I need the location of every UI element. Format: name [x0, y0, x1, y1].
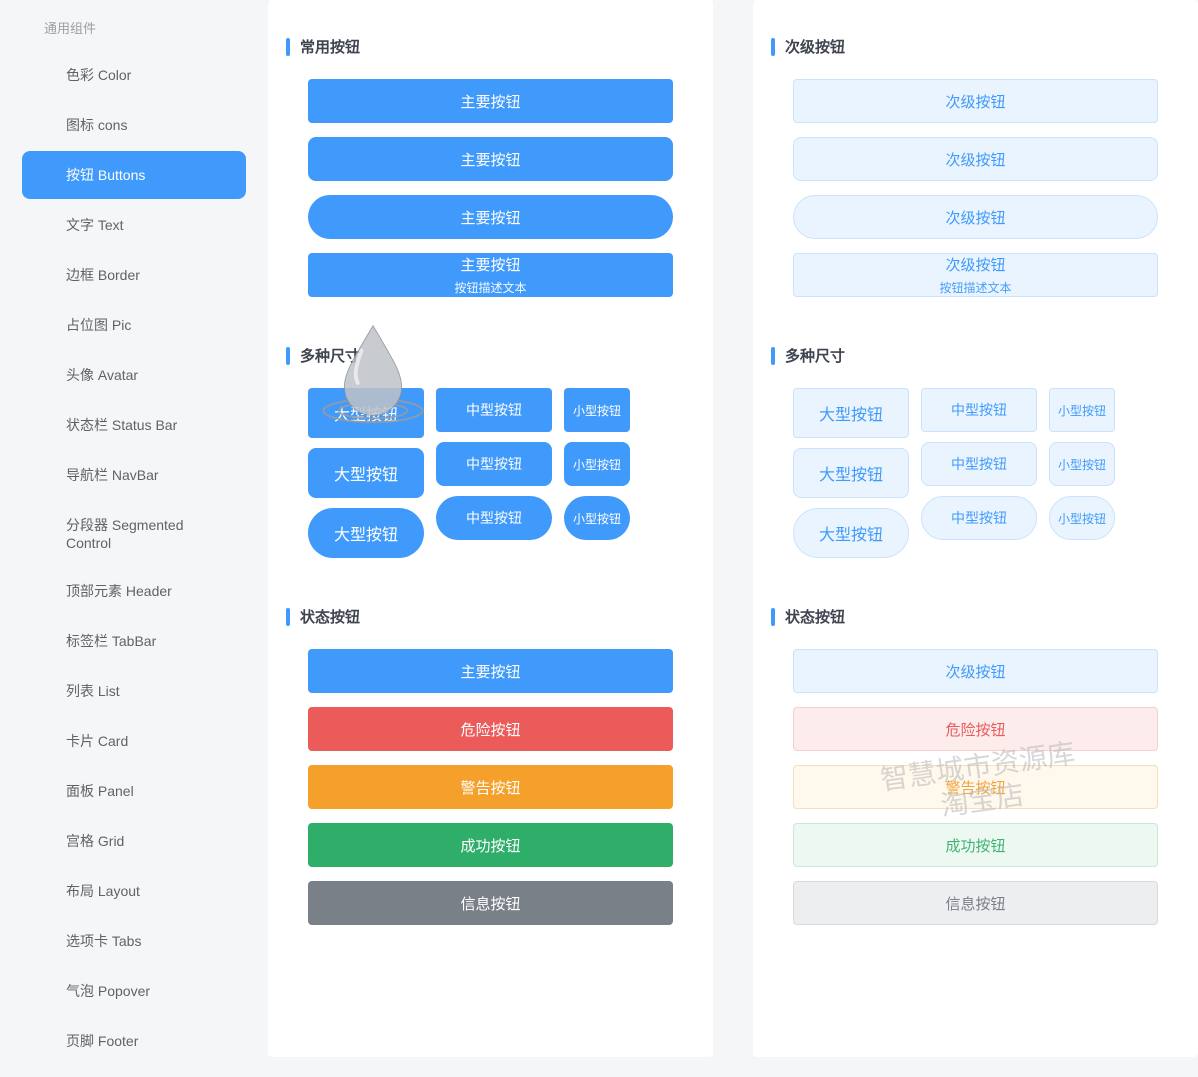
primary-medium-button[interactable]: 中型按钮: [436, 388, 552, 432]
section-status: 状态按钮: [286, 606, 695, 627]
primary-large-button[interactable]: 大型按钮: [308, 388, 424, 438]
section-status: 状态按钮: [771, 606, 1180, 627]
sidebar-item-icons[interactable]: 图标 cons: [22, 101, 246, 149]
primary-small-button[interactable]: 小型按钮: [564, 388, 630, 432]
sidebar-item-list[interactable]: 列表 List: [22, 667, 246, 715]
sidebar-item-navbar[interactable]: 导航栏 NavBar: [22, 451, 246, 499]
status-primary-button[interactable]: 主要按钮: [308, 649, 673, 693]
status-success-button[interactable]: 成功按钮: [308, 823, 673, 867]
sidebar-item-grid[interactable]: 宫格 Grid: [22, 817, 246, 865]
secondary-small-button-rounded[interactable]: 小型按钮: [1049, 442, 1115, 486]
button-title: 次级按钮: [945, 254, 1005, 275]
status-info-button[interactable]: 信息按钮: [308, 881, 673, 925]
status-danger-button[interactable]: 危险按钮: [308, 707, 673, 751]
section-secondary-buttons: 次级按钮: [771, 36, 1180, 57]
button-subtitle: 按钮描述文本: [939, 279, 1011, 296]
primary-medium-button-pill[interactable]: 中型按钮: [436, 496, 552, 540]
secondary-medium-button-rounded[interactable]: 中型按钮: [921, 442, 1037, 486]
sidebar-item-panel[interactable]: 面板 Panel: [22, 767, 246, 815]
sidebar-item-statusbar[interactable]: 状态栏 Status Bar: [22, 401, 246, 449]
status-secondary-button[interactable]: 次级按钮: [793, 649, 1158, 693]
primary-small-button-pill[interactable]: 小型按钮: [564, 496, 630, 540]
panel-primary: 常用按钮 主要按钮 主要按钮 主要按钮 主要按钮 按钮描述文本 多种尺寸 大型按…: [268, 0, 713, 1057]
secondary-button[interactable]: 次级按钮: [793, 79, 1158, 123]
primary-button-rounded[interactable]: 主要按钮: [308, 137, 673, 181]
button-subtitle: 按钮描述文本: [454, 279, 526, 296]
secondary-small-button-pill[interactable]: 小型按钮: [1049, 496, 1115, 540]
sidebar-header: 通用组件: [0, 10, 268, 49]
secondary-small-button[interactable]: 小型按钮: [1049, 388, 1115, 432]
sidebar-item-color[interactable]: 色彩 Color: [22, 51, 246, 99]
sidebar-item-buttons[interactable]: 按钮 Buttons: [22, 151, 246, 199]
secondary-large-button-pill[interactable]: 大型按钮: [793, 508, 909, 558]
sidebar-item-text[interactable]: 文字 Text: [22, 201, 246, 249]
secondary-button-with-desc[interactable]: 次级按钮 按钮描述文本: [793, 253, 1158, 297]
secondary-button-rounded[interactable]: 次级按钮: [793, 137, 1158, 181]
sidebar-item-layout[interactable]: 布局 Layout: [22, 867, 246, 915]
sidebar-item-card[interactable]: 卡片 Card: [22, 717, 246, 765]
primary-small-button-rounded[interactable]: 小型按钮: [564, 442, 630, 486]
primary-large-button-rounded[interactable]: 大型按钮: [308, 448, 424, 498]
sidebar-item-header[interactable]: 顶部元素 Header: [22, 567, 246, 615]
sidebar-item-footer[interactable]: 页脚 Footer: [22, 1017, 246, 1065]
status-sec-info-button[interactable]: 信息按钮: [793, 881, 1158, 925]
primary-button[interactable]: 主要按钮: [308, 79, 673, 123]
primary-button-pill[interactable]: 主要按钮: [308, 195, 673, 239]
sidebar-item-popover[interactable]: 气泡 Popover: [22, 967, 246, 1015]
section-common-buttons: 常用按钮: [286, 36, 695, 57]
sidebar-item-segmented[interactable]: 分段器 Segmented Control: [22, 501, 246, 565]
sidebar-item-pic[interactable]: 占位图 Pic: [22, 301, 246, 349]
sidebar-item-tabs[interactable]: 选项卡 Tabs: [22, 917, 246, 965]
status-warning-button[interactable]: 警告按钮: [308, 765, 673, 809]
status-sec-warning-button[interactable]: 警告按钮: [793, 765, 1158, 809]
secondary-large-button[interactable]: 大型按钮: [793, 388, 909, 438]
sidebar: 通用组件 色彩 Color 图标 cons 按钮 Buttons 文字 Text…: [0, 0, 268, 1077]
secondary-medium-button[interactable]: 中型按钮: [921, 388, 1037, 432]
section-sizes: 多种尺寸: [771, 345, 1180, 366]
button-title: 主要按钮: [460, 254, 520, 275]
sidebar-item-avatar[interactable]: 头像 Avatar: [22, 351, 246, 399]
primary-button-with-desc[interactable]: 主要按钮 按钮描述文本: [308, 253, 673, 297]
secondary-button-pill[interactable]: 次级按钮: [793, 195, 1158, 239]
primary-medium-button-rounded[interactable]: 中型按钮: [436, 442, 552, 486]
status-sec-success-button[interactable]: 成功按钮: [793, 823, 1158, 867]
secondary-medium-button-pill[interactable]: 中型按钮: [921, 496, 1037, 540]
sidebar-item-border[interactable]: 边框 Border: [22, 251, 246, 299]
primary-large-button-pill[interactable]: 大型按钮: [308, 508, 424, 558]
status-sec-danger-button[interactable]: 危险按钮: [793, 707, 1158, 751]
section-sizes: 多种尺寸: [286, 345, 695, 366]
secondary-large-button-rounded[interactable]: 大型按钮: [793, 448, 909, 498]
sidebar-item-tabbar[interactable]: 标签栏 TabBar: [22, 617, 246, 665]
panel-secondary: 次级按钮 次级按钮 次级按钮 次级按钮 次级按钮 按钮描述文本 多种尺寸 大型按…: [753, 0, 1198, 1057]
